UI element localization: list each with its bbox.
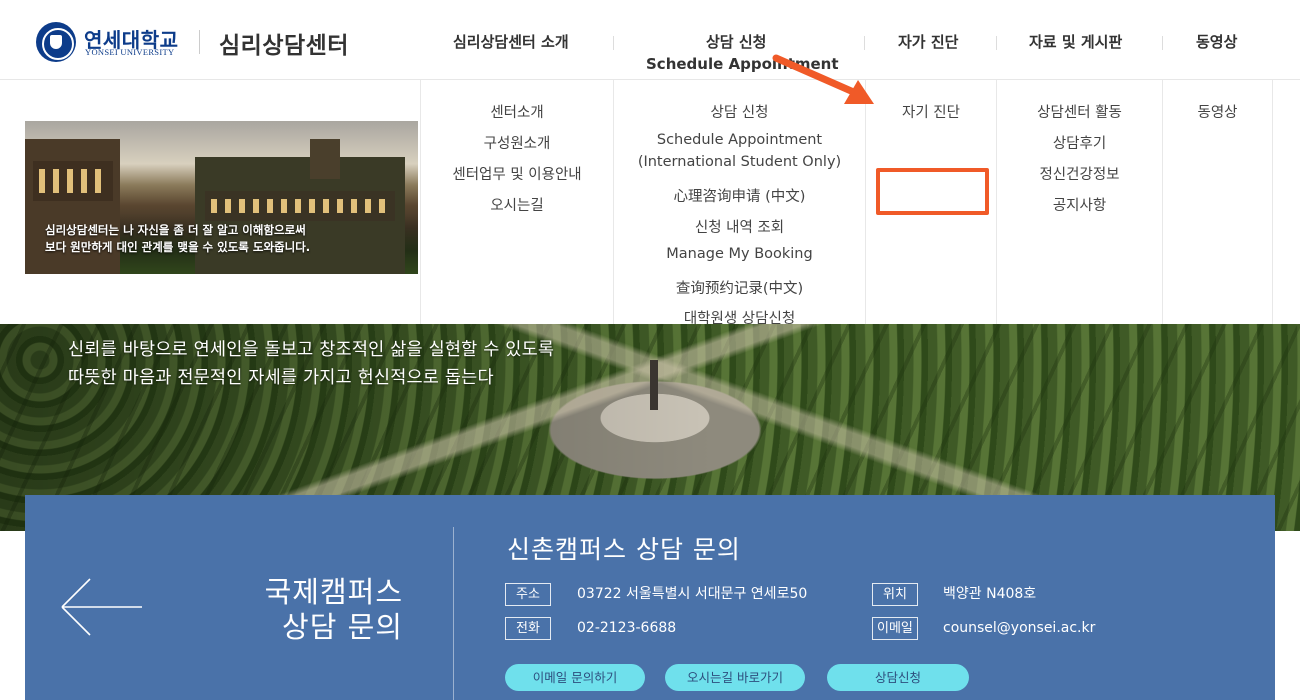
menu-col-video: 동영상 <box>1162 80 1273 324</box>
hero-line-2: 따뜻한 마음과 전문적인 자세를 가지고 헌신적으로 돕는다 <box>68 368 494 388</box>
menu-col-board: 상담센터 활동 상담후기 정신건강정보 공지사항 <box>996 80 1162 324</box>
banner-building-windows <box>33 161 113 201</box>
nav-divider <box>996 36 997 50</box>
banner-building-windows <box>205 191 395 221</box>
menu-link-staff[interactable]: 구성원소개 <box>421 132 613 153</box>
site-title[interactable]: 심리상담센터 <box>219 26 349 60</box>
menu-link-schedule[interactable]: Schedule Appointment <box>614 132 865 148</box>
sinchon-contact-title: 신촌캠퍼스 상담 문의 <box>507 535 741 564</box>
menu-link-reviews[interactable]: 상담후기 <box>997 132 1162 153</box>
menu-link-apply-chinese[interactable]: 心理咨询申请 (中文) <box>614 185 865 206</box>
hero-statue <box>650 360 658 410</box>
banner-caption-line: 심리상담센터는 나 자신을 좀 더 잘 알고 이해함으로써 <box>45 223 306 237</box>
nav-divider <box>1162 36 1163 50</box>
mega-menu-banner: 심리상담센터는 나 자신을 좀 더 잘 알고 이해함으로써 보다 원만하게 대인… <box>25 121 418 274</box>
logo-divider <box>199 30 200 54</box>
menu-link-booking-chinese[interactable]: 查询预约记录(中文) <box>614 277 865 298</box>
menu-link-directions[interactable]: 오시는길 <box>421 194 613 215</box>
menu-link-guide[interactable]: 센터업무 및 이용안내 <box>421 163 613 184</box>
intl-campus-title-line1: 국제캠퍼스 <box>264 575 403 609</box>
banner-caption-line: 보다 원만하게 대인 관계를 맺을 수 있도록 도와줍니다. <box>45 240 311 254</box>
menu-link-grad-apply[interactable]: 대학원생 상담신청 <box>614 307 865 328</box>
intl-campus-title-line2: 상담 문의 <box>282 610 403 644</box>
menu-link-manage-booking[interactable]: Manage My Booking <box>614 246 865 262</box>
site-header: 연세대학교 YONSEI UNIVERSITY 심리상담센터 심리상담센터 소개… <box>0 0 1300 80</box>
menu-link-activities[interactable]: 상담센터 활동 <box>997 101 1162 122</box>
menu-col-about: 센터소개 구성원소개 센터업무 및 이용안내 오시는길 <box>420 80 613 324</box>
address-value: 03722 서울특별시 서대문구 연세로50 <box>577 586 808 602</box>
hero-mission-text: 신뢰를 바탕으로 연세인을 돌보고 창조적인 삶을 실현할 수 있도록 따뜻한 … <box>68 336 554 392</box>
phone-value: 02-2123-6688 <box>577 620 677 636</box>
nav-video[interactable]: 동영상 <box>1196 31 1237 52</box>
location-label: 위치 <box>872 583 918 606</box>
phone-label: 전화 <box>505 617 551 640</box>
nav-apply[interactable]: 상담 신청 <box>706 31 766 52</box>
hero-line-1: 신뢰를 바탕으로 연세인을 돌보고 창조적인 삶을 실현할 수 있도록 <box>68 340 555 360</box>
location-value: 백양관 N408호 <box>943 586 1037 602</box>
nav-about[interactable]: 심리상담센터 소개 <box>453 31 569 52</box>
nav-divider <box>613 36 614 50</box>
directions-button[interactable]: 오시는길 바로가기 <box>665 664 805 691</box>
address-label: 주소 <box>505 583 551 606</box>
annotation-arrow-icon <box>772 54 874 104</box>
banner-building-tower <box>310 139 340 179</box>
logo-english[interactable]: YONSEI UNIVERSITY <box>85 47 174 57</box>
email-inquiry-button[interactable]: 이메일 문의하기 <box>505 664 645 691</box>
menu-link-video[interactable]: 동영상 <box>1163 101 1272 122</box>
yonsei-emblem-icon[interactable] <box>36 22 76 62</box>
nav-self-check[interactable]: 자가 진단 <box>898 31 958 52</box>
mega-menu: 심리상담센터는 나 자신을 좀 더 잘 알고 이해함으로써 보다 원만하게 대인… <box>0 80 1300 327</box>
email-value: counsel@yonsei.ac.kr <box>943 620 1096 636</box>
banner-caption: 심리상담센터는 나 자신을 좀 더 잘 알고 이해함으로써 보다 원만하게 대인… <box>45 222 310 256</box>
menu-link-mental-health[interactable]: 정신건강정보 <box>997 163 1162 184</box>
nav-board[interactable]: 자료 및 게시판 <box>1029 31 1122 52</box>
menu-link-center-intro[interactable]: 센터소개 <box>421 101 613 122</box>
nav-divider <box>864 36 865 50</box>
menu-link-notices[interactable]: 공지사항 <box>997 194 1162 215</box>
intl-campus-title[interactable]: 국제캠퍼스 상담 문의 <box>233 575 403 645</box>
menu-link-booking-lookup[interactable]: 신청 내역 조회 <box>614 216 865 237</box>
highlight-box <box>876 168 989 215</box>
arrow-left-icon[interactable] <box>60 577 144 637</box>
email-label: 이메일 <box>872 617 918 640</box>
contact-panel: 국제캠퍼스 상담 문의 신촌캠퍼스 상담 문의 주소 03722 서울특별시 서… <box>25 495 1275 700</box>
contact-divider <box>453 527 454 700</box>
apply-counseling-button[interactable]: 상담신청 <box>827 664 969 691</box>
menu-link-schedule-intl[interactable]: (International Student Only) <box>614 154 865 170</box>
